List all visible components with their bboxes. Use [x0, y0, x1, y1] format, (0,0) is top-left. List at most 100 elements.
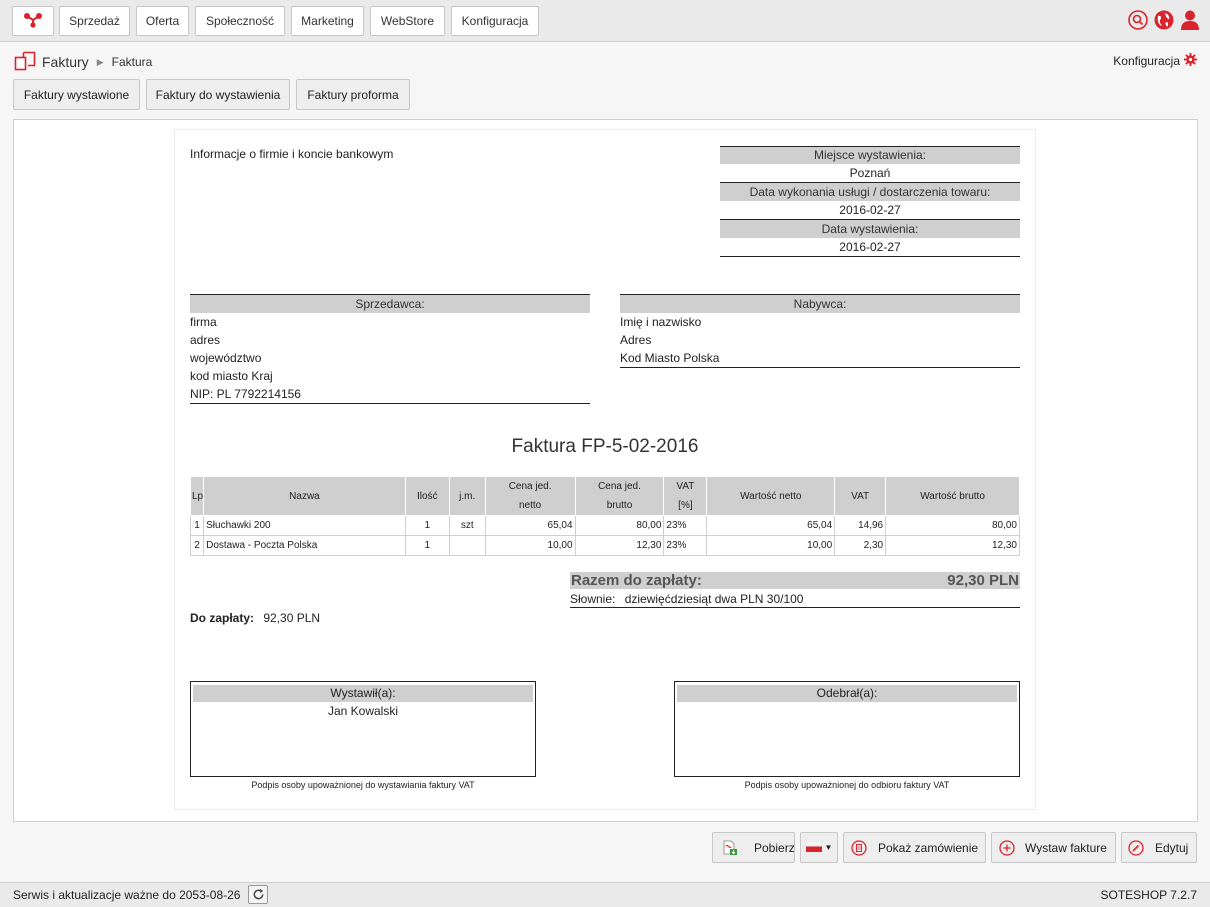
col-header-gross-price-line1: Cena jed.	[598, 481, 641, 492]
cell-unit: szt	[448, 515, 486, 536]
configuration-link[interactable]: Konfiguracja	[1113, 53, 1197, 69]
col-header-net-price-line2: netto	[518, 500, 542, 511]
cell-vat-rate: 23%	[663, 535, 708, 556]
to-pay-value: 92,30 PLN	[263, 611, 321, 625]
issue-date-label: Data wystawienia:	[720, 220, 1020, 238]
seller-block: Sprzedawca: firma adres województwo kod …	[190, 294, 590, 404]
cell-net-price: 10,00	[484, 535, 576, 556]
invoices-icon	[14, 51, 36, 74]
seller-label: Sprzedawca:	[190, 295, 590, 313]
nav-item-configuration[interactable]: Konfiguracja	[451, 6, 539, 36]
cell-lp: 2	[189, 535, 205, 556]
tab-issued-invoices[interactable]: Faktury wystawione	[13, 79, 140, 110]
place-label: Miejsce wystawienia:	[720, 147, 1020, 164]
issue-details-block: Miejsce wystawienia: Poznań Data wykonan…	[720, 146, 1020, 257]
download-button[interactable]: Pobierz	[712, 832, 795, 863]
col-header-lp: Lp	[189, 476, 205, 516]
buyer-line: Imię i nazwisko	[620, 315, 702, 329]
seller-line: firma	[190, 315, 217, 329]
cell-lp: 1	[189, 515, 205, 536]
col-header-gross-value: Wartość brutto	[885, 476, 1020, 516]
cell-net-price: 65,04	[484, 515, 576, 536]
show-order-button[interactable]: Pokaż zamówienie	[843, 832, 986, 863]
tab-invoices-to-issue[interactable]: Faktury do wystawienia	[146, 79, 290, 110]
total-label: Razem do zapłaty:	[571, 572, 702, 589]
place-value: Poznań	[720, 164, 1020, 183]
edit-button[interactable]: Edytuj	[1121, 832, 1197, 863]
refresh-icon[interactable]	[248, 885, 268, 904]
invoice-title: Faktura FP-5-02-2016	[511, 436, 699, 457]
nav-item-community[interactable]: Społeczność	[195, 6, 285, 36]
breadcrumb: Faktury ▶ Faktura	[14, 51, 153, 74]
edit-button-label: Edytuj	[1155, 840, 1189, 855]
service-date-label: Data wykonania usługi / dostarczenia tow…	[720, 183, 1020, 201]
col-header-name: Nazwa	[203, 476, 406, 516]
user-icon[interactable]	[1179, 9, 1200, 30]
invoice-items-table: Lp Nazwa Ilość j.m. Cena jed. netto Cena …	[189, 476, 1020, 556]
total-value: 92,30 PLN	[947, 572, 1019, 589]
show-order-button-label: Pokaż zamówienie	[878, 840, 979, 855]
nav-item-offer[interactable]: Oferta	[136, 6, 189, 36]
cell-vat-amount: 2,30	[834, 535, 887, 556]
cell-gross-value: 12,30	[885, 535, 1020, 556]
configuration-link-label: Konfiguracja	[1113, 54, 1180, 68]
service-validity-text: Serwis i aktualizacje ważne do 2053-08-2…	[13, 888, 241, 902]
cell-gross-price: 12,30	[574, 535, 665, 556]
breadcrumb-section[interactable]: Faktury	[42, 54, 89, 70]
cell-vat-rate: 23%	[663, 515, 708, 536]
received-by-caption: Podpis osoby upoważnionej do odbioru fak…	[744, 780, 950, 790]
col-header-vat-rate: VAT [%]	[663, 476, 708, 516]
seller-line: województwo	[190, 351, 262, 365]
search-icon[interactable]	[1127, 9, 1148, 30]
table-header-row: Lp Nazwa Ilość j.m. Cena jed. netto Cena …	[189, 476, 1020, 516]
col-header-vat-amount: VAT	[834, 476, 887, 516]
footer-bar: Serwis i aktualizacje ważne do 2053-08-2…	[0, 882, 1210, 907]
language-select[interactable]: ▼	[800, 832, 838, 863]
app-logo-icon	[23, 12, 43, 31]
col-header-qty: Ilość	[404, 476, 450, 516]
col-header-gross-price-line2: brutto	[606, 500, 633, 511]
company-info-text: Informacje o firmie i koncie bankowym	[190, 147, 394, 161]
nav-item-marketing[interactable]: Marketing	[291, 6, 364, 36]
col-header-net-price-line1: Cena jed.	[508, 481, 552, 492]
cell-name: Dostawa - Poczta Polska	[203, 535, 406, 556]
nav-right-icons	[1127, 9, 1200, 30]
buyer-label: Nabywca:	[620, 295, 1020, 313]
nav-item-sales[interactable]: Sprzedaż	[59, 6, 130, 36]
issue-invoice-button[interactable]: Wystaw fakture	[991, 832, 1116, 863]
chevron-down-icon: ▼	[824, 843, 833, 852]
col-header-vat-rate-line2: [%]	[678, 500, 693, 511]
gear-icon	[1184, 53, 1197, 69]
tab-proforma-invoices[interactable]: Faktury proforma	[296, 79, 410, 110]
to-pay-label: Do zapłaty:	[190, 611, 255, 625]
cell-net-value: 10,00	[706, 535, 836, 556]
nav-item-webstore[interactable]: WebStore	[370, 6, 445, 36]
seller-nip: NIP: PL 7792214156	[190, 387, 301, 401]
in-words-label: Słownie:	[570, 592, 616, 606]
issue-invoice-button-label: Wystaw fakture	[1025, 840, 1107, 855]
col-header-gross-price: Cena jed. brutto	[574, 476, 665, 516]
col-header-unit: j.m.	[448, 476, 486, 516]
amount-in-words: Słownie: dziewięćdziesiąt dwa PLN 30/100	[570, 590, 1020, 608]
cell-gross-price: 80,00	[574, 515, 665, 536]
issued-by-caption: Podpis osoby upoważnionej do wystawiania…	[251, 780, 475, 790]
buyer-line: Kod Miasto Polska	[620, 351, 720, 365]
breadcrumb-current: Faktura	[111, 55, 153, 69]
seller-line: kod miasto Kraj	[190, 369, 273, 383]
breadcrumb-arrow-icon: ▶	[96, 56, 104, 67]
cell-unit	[448, 535, 486, 556]
buyer-block: Nabywca: Imię i nazwisko Adres Kod Miast…	[620, 294, 1020, 368]
issued-by-value: Jan Kowalski	[327, 704, 399, 718]
globe-icon[interactable]	[1153, 9, 1174, 30]
top-navigation-bar: Sprzedaż Oferta Społeczność Marketing We…	[0, 0, 1210, 42]
pdf-download-icon	[722, 840, 738, 856]
cell-qty: 1	[404, 535, 450, 556]
issued-by-label: Wystawił(a):	[193, 685, 533, 702]
pl-flag-icon	[805, 840, 822, 855]
issue-date-value: 2016-02-27	[720, 238, 1020, 257]
total-bar: Razem do zapłaty: 92,30 PLN	[570, 572, 1020, 589]
received-by-label: Odebrał(a):	[677, 685, 1017, 702]
app-logo-button[interactable]	[12, 6, 54, 36]
table-row: 2 Dostawa - Poczta Polska 1 10,00 12,30 …	[189, 535, 1020, 556]
download-button-label: Pobierz	[754, 840, 795, 855]
